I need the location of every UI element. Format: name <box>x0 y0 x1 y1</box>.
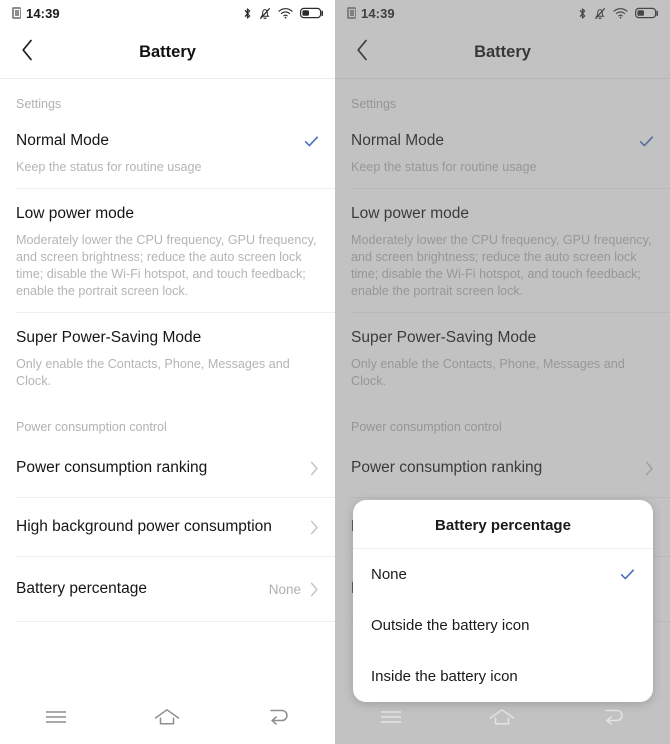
list-item-title: Power consumption ranking <box>16 459 208 476</box>
status-bar-right <box>243 7 324 20</box>
back-button[interactable] <box>10 35 44 69</box>
dialog-option-inside-the-battery-icon[interactable]: Inside the battery icon <box>353 651 653 702</box>
system-navigation-bar <box>335 695 670 744</box>
list-item-description: Moderately lower the CPU frequency, GPU … <box>16 233 317 298</box>
section-heading-power-consumption-control: Power consumption control <box>351 420 502 434</box>
back-icon <box>603 708 625 731</box>
chevron-right-icon <box>310 461 319 476</box>
list-item-low-power-mode[interactable]: Low power mode Moderately lower the CPU … <box>0 189 335 312</box>
status-bar-clock: 14:39 <box>26 5 60 21</box>
phone-screen-right: 14:39 Battery Settings Normal Mode Keep … <box>335 0 670 744</box>
recents-button[interactable] <box>367 700 415 740</box>
chevron-left-icon <box>356 39 369 66</box>
wifi-icon <box>613 7 628 19</box>
list-item-title: Battery percentage <box>16 580 147 597</box>
list-item-normal-mode[interactable]: Normal Mode Keep the status for routine … <box>0 116 335 188</box>
wifi-icon <box>278 7 293 19</box>
bluetooth-icon <box>243 7 252 20</box>
settings-list: Settings Normal Mode Keep the status for… <box>0 79 335 622</box>
status-bar-left: 14:39 <box>347 6 395 21</box>
status-bar-left: 14:39 <box>12 6 60 21</box>
list-item-title: Super Power-Saving Mode <box>16 329 202 346</box>
page-title: Battery <box>139 42 196 61</box>
screenshot-pair: 14:39 Battery Settings Normal Mode Keep … <box>0 0 670 744</box>
section-heading-settings: Settings <box>16 97 62 111</box>
app-header: Battery <box>335 26 670 79</box>
battery-percentage-dialog: Battery percentage None Outside the batt… <box>353 500 653 702</box>
sim-card-icon <box>12 7 21 19</box>
page-title: Battery <box>474 42 531 61</box>
notifications-muted-icon <box>259 7 271 20</box>
dialog-option-label: Inside the battery icon <box>371 668 518 685</box>
dialog-option-label: Outside the battery icon <box>371 617 530 634</box>
list-item-value: None <box>268 581 301 597</box>
list-item-battery-percentage[interactable]: Battery percentage None <box>0 557 335 621</box>
home-icon <box>489 708 515 731</box>
list-item-title: Low power mode <box>16 205 135 222</box>
status-bar: 14:39 <box>335 0 670 26</box>
back-button[interactable] <box>345 35 379 69</box>
list-item-title: Normal Mode <box>351 132 445 149</box>
section-heading-settings: Settings <box>351 97 397 111</box>
list-item-super-power-saving-mode[interactable]: Super Power-Saving Mode Only enable the … <box>335 313 670 402</box>
chevron-right-icon <box>310 520 319 535</box>
list-item-power-consumption-ranking[interactable]: Power consumption ranking <box>0 439 335 497</box>
chevron-left-icon <box>21 39 34 66</box>
check-icon <box>620 567 635 582</box>
list-item-title: High background power consumption <box>16 518 272 535</box>
back-icon <box>268 708 290 731</box>
list-item-super-power-saving-mode[interactable]: Super Power-Saving Mode Only enable the … <box>0 313 335 402</box>
list-item-description: Only enable the Contacts, Phone, Message… <box>351 357 625 388</box>
list-item-high-background-power-consumption[interactable]: High background power consumption <box>0 498 335 556</box>
home-button[interactable] <box>478 700 526 740</box>
section-heading-power-consumption-control: Power consumption control <box>16 420 167 434</box>
battery-icon <box>300 7 324 19</box>
list-item-title: Power consumption ranking <box>351 459 543 476</box>
list-item-low-power-mode[interactable]: Low power mode Moderately lower the CPU … <box>335 189 670 312</box>
status-bar: 14:39 <box>0 0 335 26</box>
dialog-option-none[interactable]: None <box>353 549 653 600</box>
chevron-right-icon <box>310 582 319 597</box>
chevron-right-icon <box>645 461 654 476</box>
list-item-power-consumption-ranking[interactable]: Power consumption ranking <box>335 439 670 497</box>
home-icon <box>154 708 180 731</box>
divider <box>16 621 335 622</box>
sim-card-icon <box>347 7 356 19</box>
back-nav-button[interactable] <box>255 700 303 740</box>
system-navigation-bar <box>0 695 335 744</box>
app-header: Battery <box>0 26 335 79</box>
dialog-option-label: None <box>371 566 407 583</box>
recents-button[interactable] <box>32 700 80 740</box>
check-icon <box>304 134 319 149</box>
list-item-title: Low power mode <box>351 205 470 222</box>
dialog-option-outside-the-battery-icon[interactable]: Outside the battery icon <box>353 600 653 651</box>
list-item-title: Super Power-Saving Mode <box>351 329 537 346</box>
status-bar-right <box>578 7 659 20</box>
recents-menu-icon <box>380 709 402 730</box>
list-item-description: Keep the status for routine usage <box>351 160 537 174</box>
notifications-muted-icon <box>594 7 606 20</box>
recents-menu-icon <box>45 709 67 730</box>
home-button[interactable] <box>143 700 191 740</box>
back-nav-button[interactable] <box>590 700 638 740</box>
battery-icon <box>635 7 659 19</box>
bluetooth-icon <box>578 7 587 20</box>
phone-screen-left: 14:39 Battery Settings Normal Mode Keep … <box>0 0 335 744</box>
list-item-description: Only enable the Contacts, Phone, Message… <box>16 357 290 388</box>
list-item-description: Keep the status for routine usage <box>16 160 202 174</box>
check-icon <box>639 134 654 149</box>
list-item-description: Moderately lower the CPU frequency, GPU … <box>351 233 652 298</box>
status-bar-clock: 14:39 <box>361 5 395 21</box>
list-item-title: Normal Mode <box>16 132 110 149</box>
dialog-title: Battery percentage <box>353 500 653 549</box>
list-item-normal-mode[interactable]: Normal Mode Keep the status for routine … <box>335 116 670 188</box>
